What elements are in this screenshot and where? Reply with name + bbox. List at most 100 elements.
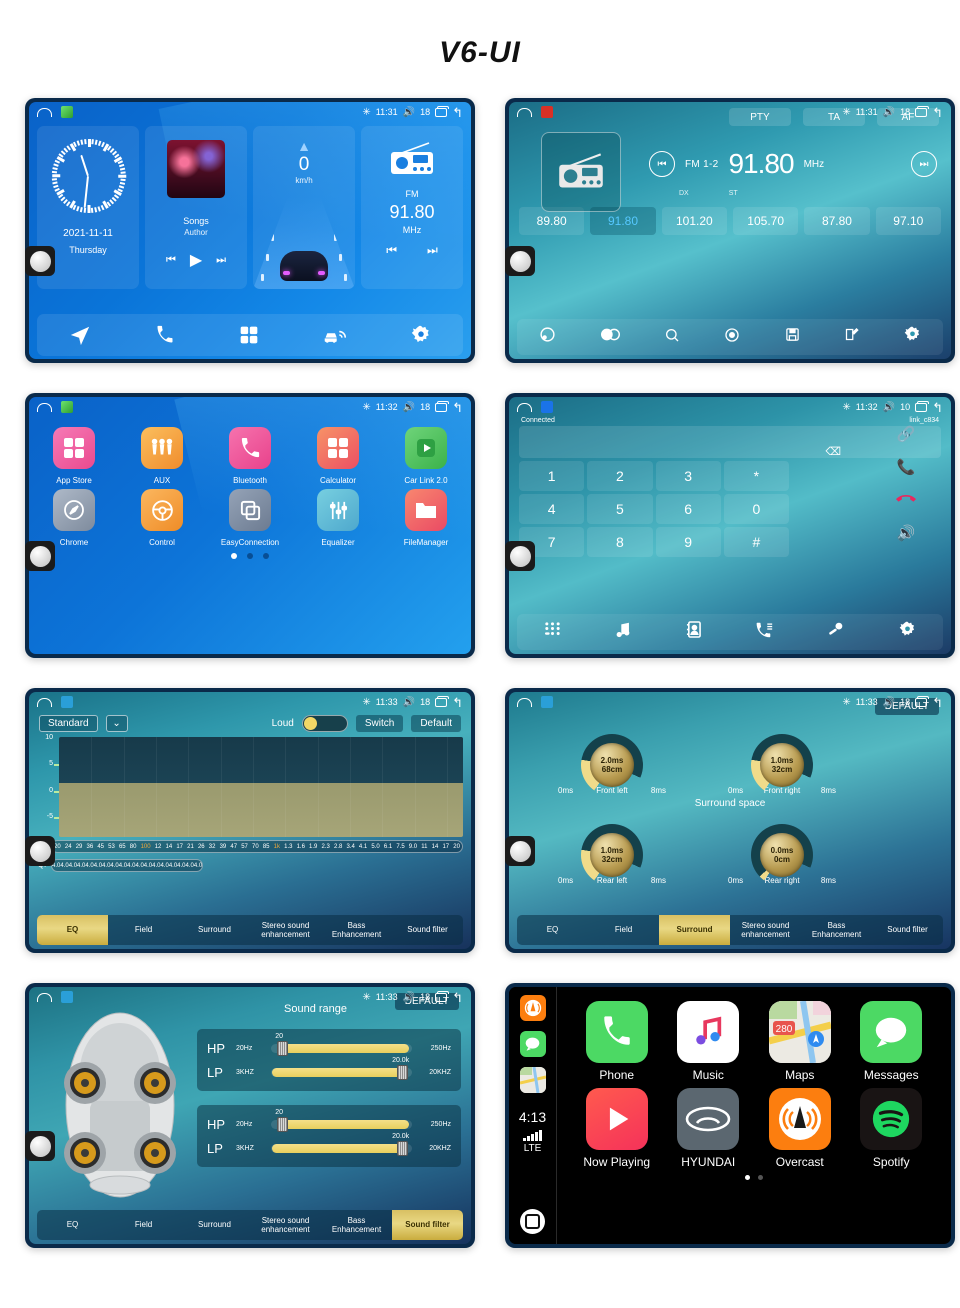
chevron-down-icon[interactable]: ⌄ bbox=[105, 715, 128, 732]
settings-icon[interactable] bbox=[899, 621, 916, 643]
slider-handle[interactable] bbox=[396, 1140, 408, 1156]
tab-sound-filter[interactable]: Sound filter bbox=[872, 915, 943, 945]
overcast-icon[interactable] bbox=[519, 995, 546, 1021]
tab-sound-filter[interactable]: Sound filter bbox=[392, 1210, 463, 1240]
page-dot-active[interactable] bbox=[745, 1175, 750, 1180]
home-icon[interactable] bbox=[37, 402, 52, 412]
page-dot[interactable] bbox=[758, 1175, 763, 1180]
tab-bass-enhancement[interactable]: Bass Enhancement bbox=[321, 1210, 392, 1240]
loudness-icon[interactable] bbox=[539, 326, 556, 348]
slider-handle[interactable] bbox=[276, 1116, 288, 1132]
key-2[interactable]: 2 bbox=[587, 461, 653, 491]
key-5[interactable]: 5 bbox=[587, 494, 653, 524]
navigation-icon[interactable] bbox=[69, 324, 91, 346]
slider-handle[interactable] bbox=[396, 1064, 408, 1080]
knob-front-left[interactable]: 2.0ms 68cm 0ms 8ms Front left bbox=[557, 734, 667, 796]
eq-preset-select[interactable]: Standard bbox=[39, 715, 98, 732]
back-icon[interactable]: ↰ bbox=[452, 991, 463, 1004]
hp-slider[interactable]: 20 bbox=[271, 1033, 412, 1056]
bt-connect-icon[interactable] bbox=[827, 621, 844, 643]
app-bluetooth[interactable]: Bluetooth bbox=[219, 427, 281, 485]
rotary-knob[interactable] bbox=[505, 246, 535, 276]
knob-rear-right[interactable]: 0.0ms 0cm 0ms 8ms Rear right bbox=[727, 824, 837, 886]
tab-stereo-sound-enhancement[interactable]: Stereo sound enhancement bbox=[250, 1210, 321, 1240]
tab-sound-filter[interactable]: Sound filter bbox=[392, 915, 463, 945]
carplay-app-hyundai[interactable]: HYUNDAI bbox=[668, 1088, 748, 1169]
rotary-knob[interactable] bbox=[505, 836, 535, 866]
filter-row-lp[interactable]: LP 3KHZ 20.0k 20KHZ bbox=[207, 1057, 451, 1084]
tab-field[interactable]: Field bbox=[108, 915, 179, 945]
call-log-icon[interactable] bbox=[755, 622, 773, 643]
key-6[interactable]: 6 bbox=[655, 494, 721, 524]
loud-toggle[interactable] bbox=[301, 715, 348, 732]
stereo-icon[interactable] bbox=[600, 327, 620, 347]
maps-icon[interactable] bbox=[519, 1067, 546, 1093]
home-icon[interactable] bbox=[517, 697, 532, 707]
carplay-app-now-playing[interactable]: Now Playing bbox=[577, 1088, 657, 1169]
knob-dial[interactable]: 1.0ms 32cm bbox=[581, 824, 643, 886]
carplay-app-maps[interactable]: 280 Maps bbox=[760, 1001, 840, 1082]
search-icon[interactable] bbox=[664, 327, 680, 348]
keypad-icon[interactable] bbox=[544, 621, 561, 643]
tab-eq[interactable]: EQ bbox=[37, 1210, 108, 1240]
phone-icon[interactable] bbox=[155, 325, 175, 345]
edit-icon[interactable] bbox=[844, 327, 859, 347]
page-dot[interactable] bbox=[263, 553, 269, 559]
key-3[interactable]: 3 bbox=[655, 461, 721, 491]
home-icon[interactable] bbox=[37, 697, 52, 707]
recents-icon[interactable] bbox=[435, 400, 450, 412]
rotary-knob[interactable] bbox=[25, 836, 55, 866]
tab-surround[interactable]: Surround bbox=[179, 915, 250, 945]
music-icon[interactable] bbox=[615, 621, 631, 643]
knob-front-right[interactable]: 1.0ms 32cm 0ms 8ms Front right bbox=[727, 734, 837, 796]
home-icon[interactable] bbox=[37, 107, 52, 117]
rotary-knob[interactable] bbox=[25, 1131, 55, 1161]
screen-apps[interactable]: ✳ 11:32 🔊 18 ↰ App Store AUX Bluetooth C… bbox=[25, 393, 475, 658]
rotary-knob[interactable] bbox=[25, 541, 55, 571]
knob-dial[interactable]: 2.0ms 68cm bbox=[581, 734, 643, 796]
eq-curve-plot[interactable] bbox=[59, 737, 463, 837]
backspace-icon[interactable]: ⌫ bbox=[825, 445, 841, 458]
settings-icon[interactable] bbox=[411, 325, 431, 345]
default-button[interactable]: Default bbox=[411, 715, 461, 732]
tab-bass-enhancement[interactable]: Bass Enhancement bbox=[321, 915, 392, 945]
carplay-app-spotify[interactable]: Spotify bbox=[851, 1088, 931, 1169]
rotary-knob[interactable] bbox=[25, 246, 55, 276]
play-icon[interactable]: ▶ bbox=[190, 250, 202, 270]
knob-dial[interactable]: 0.0ms 0cm bbox=[751, 824, 813, 886]
radio-source-tile[interactable] bbox=[541, 132, 621, 212]
home-icon[interactable] bbox=[37, 992, 52, 1002]
tab-eq[interactable]: EQ bbox=[37, 915, 108, 945]
switch-button[interactable]: Switch bbox=[355, 715, 404, 732]
carplay-app-music[interactable]: Music bbox=[668, 1001, 748, 1082]
music-widget[interactable]: Songs Author ⏮ ▶ ⏭ bbox=[145, 126, 247, 289]
app-easyconnection[interactable]: EasyConnection bbox=[219, 489, 281, 547]
home-icon[interactable] bbox=[517, 107, 532, 117]
screen-sound-filter[interactable]: ✳ 11:33 🔊 18 ↰ Sound range DEFAULT HP 20… bbox=[25, 983, 475, 1248]
key-1[interactable]: 1 bbox=[519, 461, 585, 491]
app-car-link[interactable]: Car Link 2.0 bbox=[395, 427, 457, 485]
messages-icon[interactable] bbox=[519, 1031, 546, 1057]
equalizer-app-icon[interactable] bbox=[541, 696, 553, 708]
hangup-icon[interactable] bbox=[871, 485, 941, 515]
back-icon[interactable]: ↰ bbox=[932, 696, 943, 709]
knob-rear-left[interactable]: 1.0ms 32cm 0ms 8ms Rear left bbox=[557, 824, 667, 886]
speaker-icon[interactable]: 🔊 bbox=[871, 518, 941, 548]
prev-track-icon[interactable]: ⏮ bbox=[166, 254, 176, 267]
back-icon[interactable]: ↰ bbox=[452, 696, 463, 709]
page-dot[interactable] bbox=[247, 553, 253, 559]
radio-app-icon[interactable] bbox=[541, 106, 553, 118]
key-4[interactable]: 4 bbox=[519, 494, 585, 524]
app-filemanager[interactable]: FileManager bbox=[395, 489, 457, 547]
radio-next-icon[interactable]: ⏭ bbox=[427, 243, 438, 258]
tab-surround[interactable]: Surround bbox=[179, 1210, 250, 1240]
home-button[interactable] bbox=[520, 1209, 545, 1234]
contacts-icon[interactable] bbox=[686, 621, 701, 643]
app-chrome[interactable]: Chrome bbox=[43, 489, 105, 547]
bluetooth-app-icon[interactable] bbox=[541, 401, 553, 413]
screen-carplay[interactable]: 4:13 LTE Phone Music 280 Maps Messages N… bbox=[505, 983, 955, 1248]
app-app-store[interactable]: App Store bbox=[43, 427, 105, 485]
back-icon[interactable]: ↰ bbox=[452, 401, 463, 414]
screen-bluetooth-dialer[interactable]: ✳ 11:32 🔊 10 ↰ Connected link_c834 ⌫ 1 2… bbox=[505, 393, 955, 658]
key-star[interactable]: * bbox=[723, 461, 789, 491]
